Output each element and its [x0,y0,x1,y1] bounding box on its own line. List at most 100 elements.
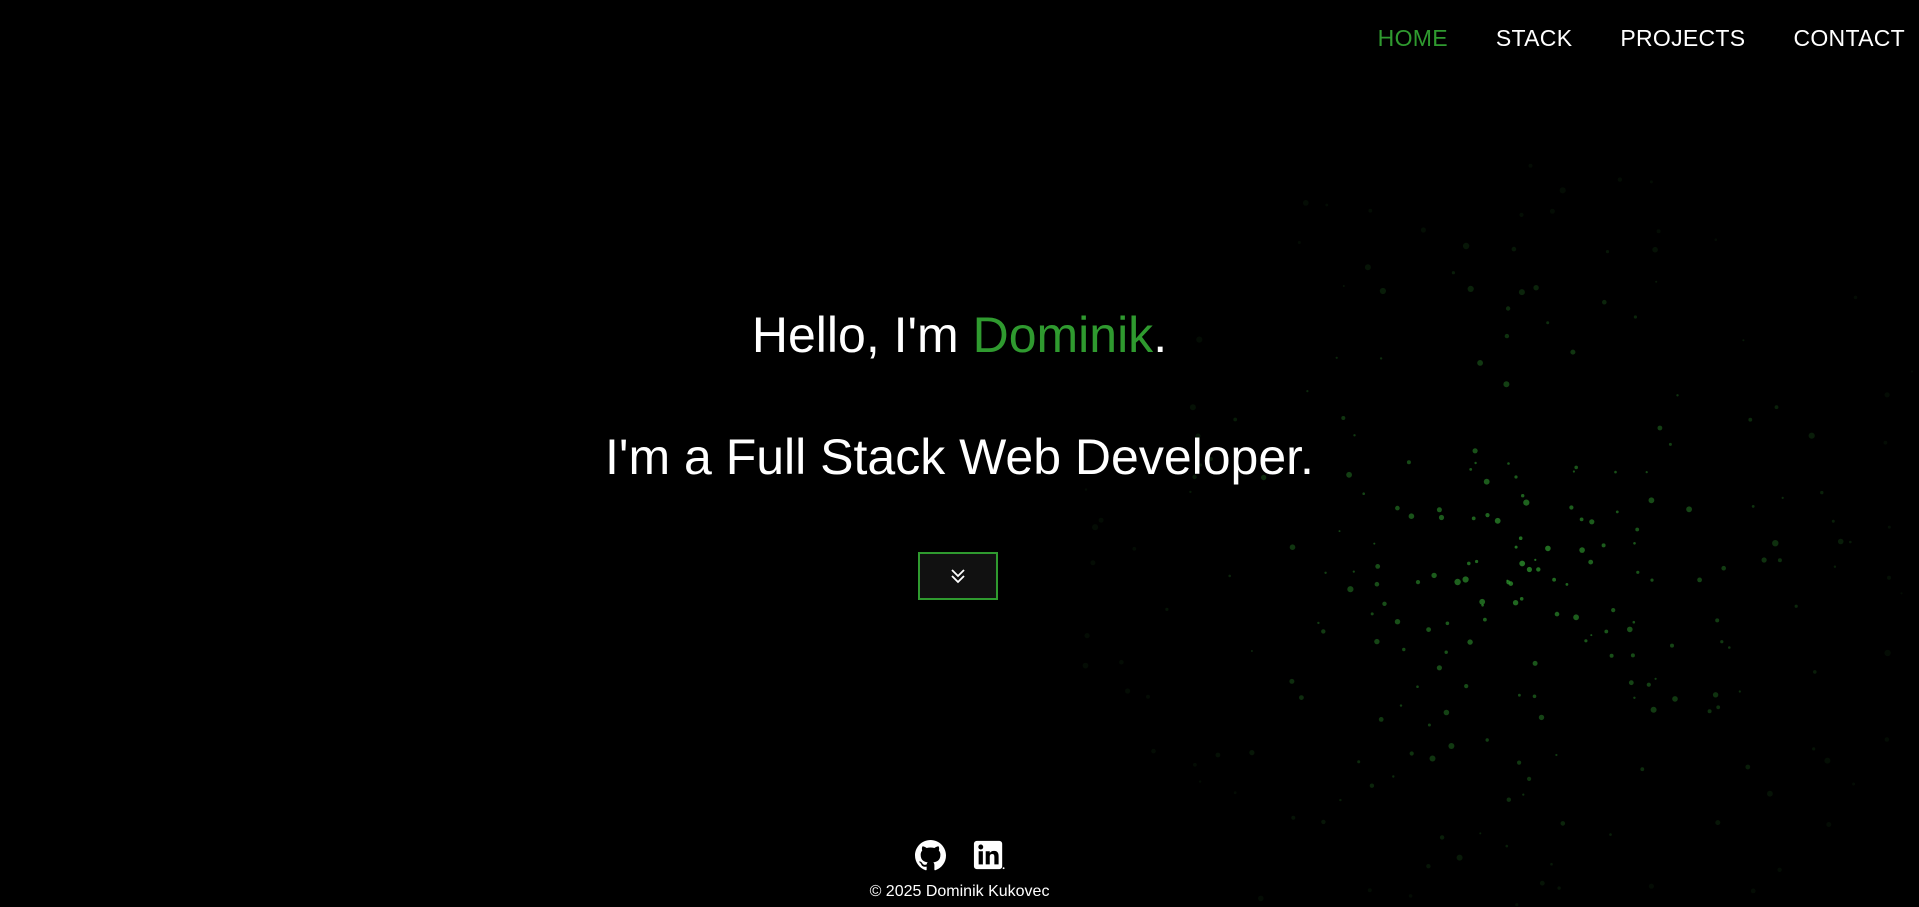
linkedin-link[interactable] [973,839,1005,871]
particle-dot [1812,747,1816,751]
page: HOME STACK PROJECTS CONTACT Hello, I'm D… [0,0,1919,907]
particle-dot [1408,513,1415,519]
particle-dot [1517,760,1522,765]
particle-dot [1554,611,1560,617]
particle-dot [1527,776,1532,782]
particle-dot [1215,752,1221,758]
particle-dot [1119,659,1124,665]
particle-dot [1485,513,1490,518]
particle-dot [1589,519,1595,525]
particle-dot [1467,639,1473,645]
particle-dot [1831,519,1835,523]
particle-dot [1451,271,1455,275]
particle-dot [1650,578,1654,582]
particle-dot [1767,790,1773,797]
particle-dot [1098,517,1104,523]
particle-dot [1481,604,1484,607]
particle-dot [1573,614,1579,621]
particle-dot [1640,767,1645,772]
hero-subtitle: I'm a Full Stack Web Developer. [605,429,1314,485]
particle-dot [1297,241,1301,244]
particle-dot [1826,822,1832,827]
top-nav: HOME STACK PROJECTS CONTACT [1378,25,1905,52]
particle-dot [1429,755,1436,762]
particle-dot [1506,579,1509,582]
particle-dot [1193,762,1197,767]
particle-dot [1686,506,1692,513]
particle-dot [1728,646,1731,649]
particle-dot [1579,517,1584,522]
particle-dot [1584,639,1588,643]
particle-dot [1777,558,1782,563]
particle-dot [1374,638,1380,645]
particle-dot [1538,714,1545,721]
linkedin-icon [973,840,1005,870]
particle-dot [1635,527,1640,532]
particle-dot [1146,694,1150,699]
particle-dot [1462,242,1470,250]
particle-dot [1132,546,1137,551]
particle-dot [1092,524,1099,531]
particle-dot [1748,417,1753,422]
particle-dot [1852,782,1856,786]
particle-dot [1515,903,1519,907]
particle-dot [1545,545,1551,552]
particle-dot [1471,516,1476,521]
nav-projects[interactable]: PROJECTS [1620,25,1745,52]
particle-dot [1833,565,1837,568]
particle-dot [1448,743,1455,749]
particle-dot [1536,567,1541,572]
particle-dot [1233,791,1237,795]
particle-dot [1228,574,1231,578]
particle-dot [1494,517,1501,524]
particle-dot [1772,540,1779,547]
nav-contact[interactable]: CONTACT [1793,25,1905,52]
particle-dot [1528,163,1533,168]
particle-dot [1198,780,1202,783]
particle-dot [1352,570,1355,573]
particle-dot [1338,530,1341,533]
particle-dot [1655,280,1658,283]
particle-dot [1721,565,1726,571]
particle-dot [1628,680,1634,686]
particle-dot [1375,564,1381,569]
particle-dot [1485,738,1489,742]
particle-dot [1357,760,1361,764]
particle-dot [1189,404,1196,411]
particle-dot [1601,543,1606,548]
particle-dot [1321,819,1326,825]
particle-dot [1503,381,1510,388]
particle-dot [1325,203,1329,207]
particle-dot [1436,665,1442,671]
particle-dot [1569,505,1574,510]
particle-dot [1508,581,1514,586]
particle-dot [1479,832,1482,835]
particle-dot [1633,542,1636,545]
particle-dot [1090,560,1096,566]
hero-greeting: Hello, I'm Dominik. [0,306,1919,364]
particle-dot [1084,633,1090,639]
particle-dot [1518,536,1523,540]
double-chevron-down-icon [951,569,965,584]
particle-dot [1506,580,1511,585]
particle-dot [1445,621,1450,626]
nav-home[interactable]: HOME [1378,25,1448,52]
particle-dot [1633,696,1636,699]
particle-dot [1125,688,1131,694]
particle-dot [1370,612,1374,616]
particle-dot [1887,525,1891,529]
particle-dot [1813,670,1817,674]
particle-dot [1464,684,1469,689]
particle-dot [1518,693,1521,697]
particle-dot [1715,820,1721,826]
nav-stack[interactable]: STACK [1496,25,1572,52]
particle-dot [1368,208,1373,213]
scroll-down-button[interactable] [918,552,998,600]
particle-dot [1716,705,1721,710]
github-link[interactable] [915,839,947,871]
particle-dot [1084,488,1088,491]
greeting-prefix: Hello, I'm [751,307,973,363]
particle-dot [1654,677,1657,680]
particle-dot [1738,690,1741,693]
particle-dot [1467,285,1474,292]
